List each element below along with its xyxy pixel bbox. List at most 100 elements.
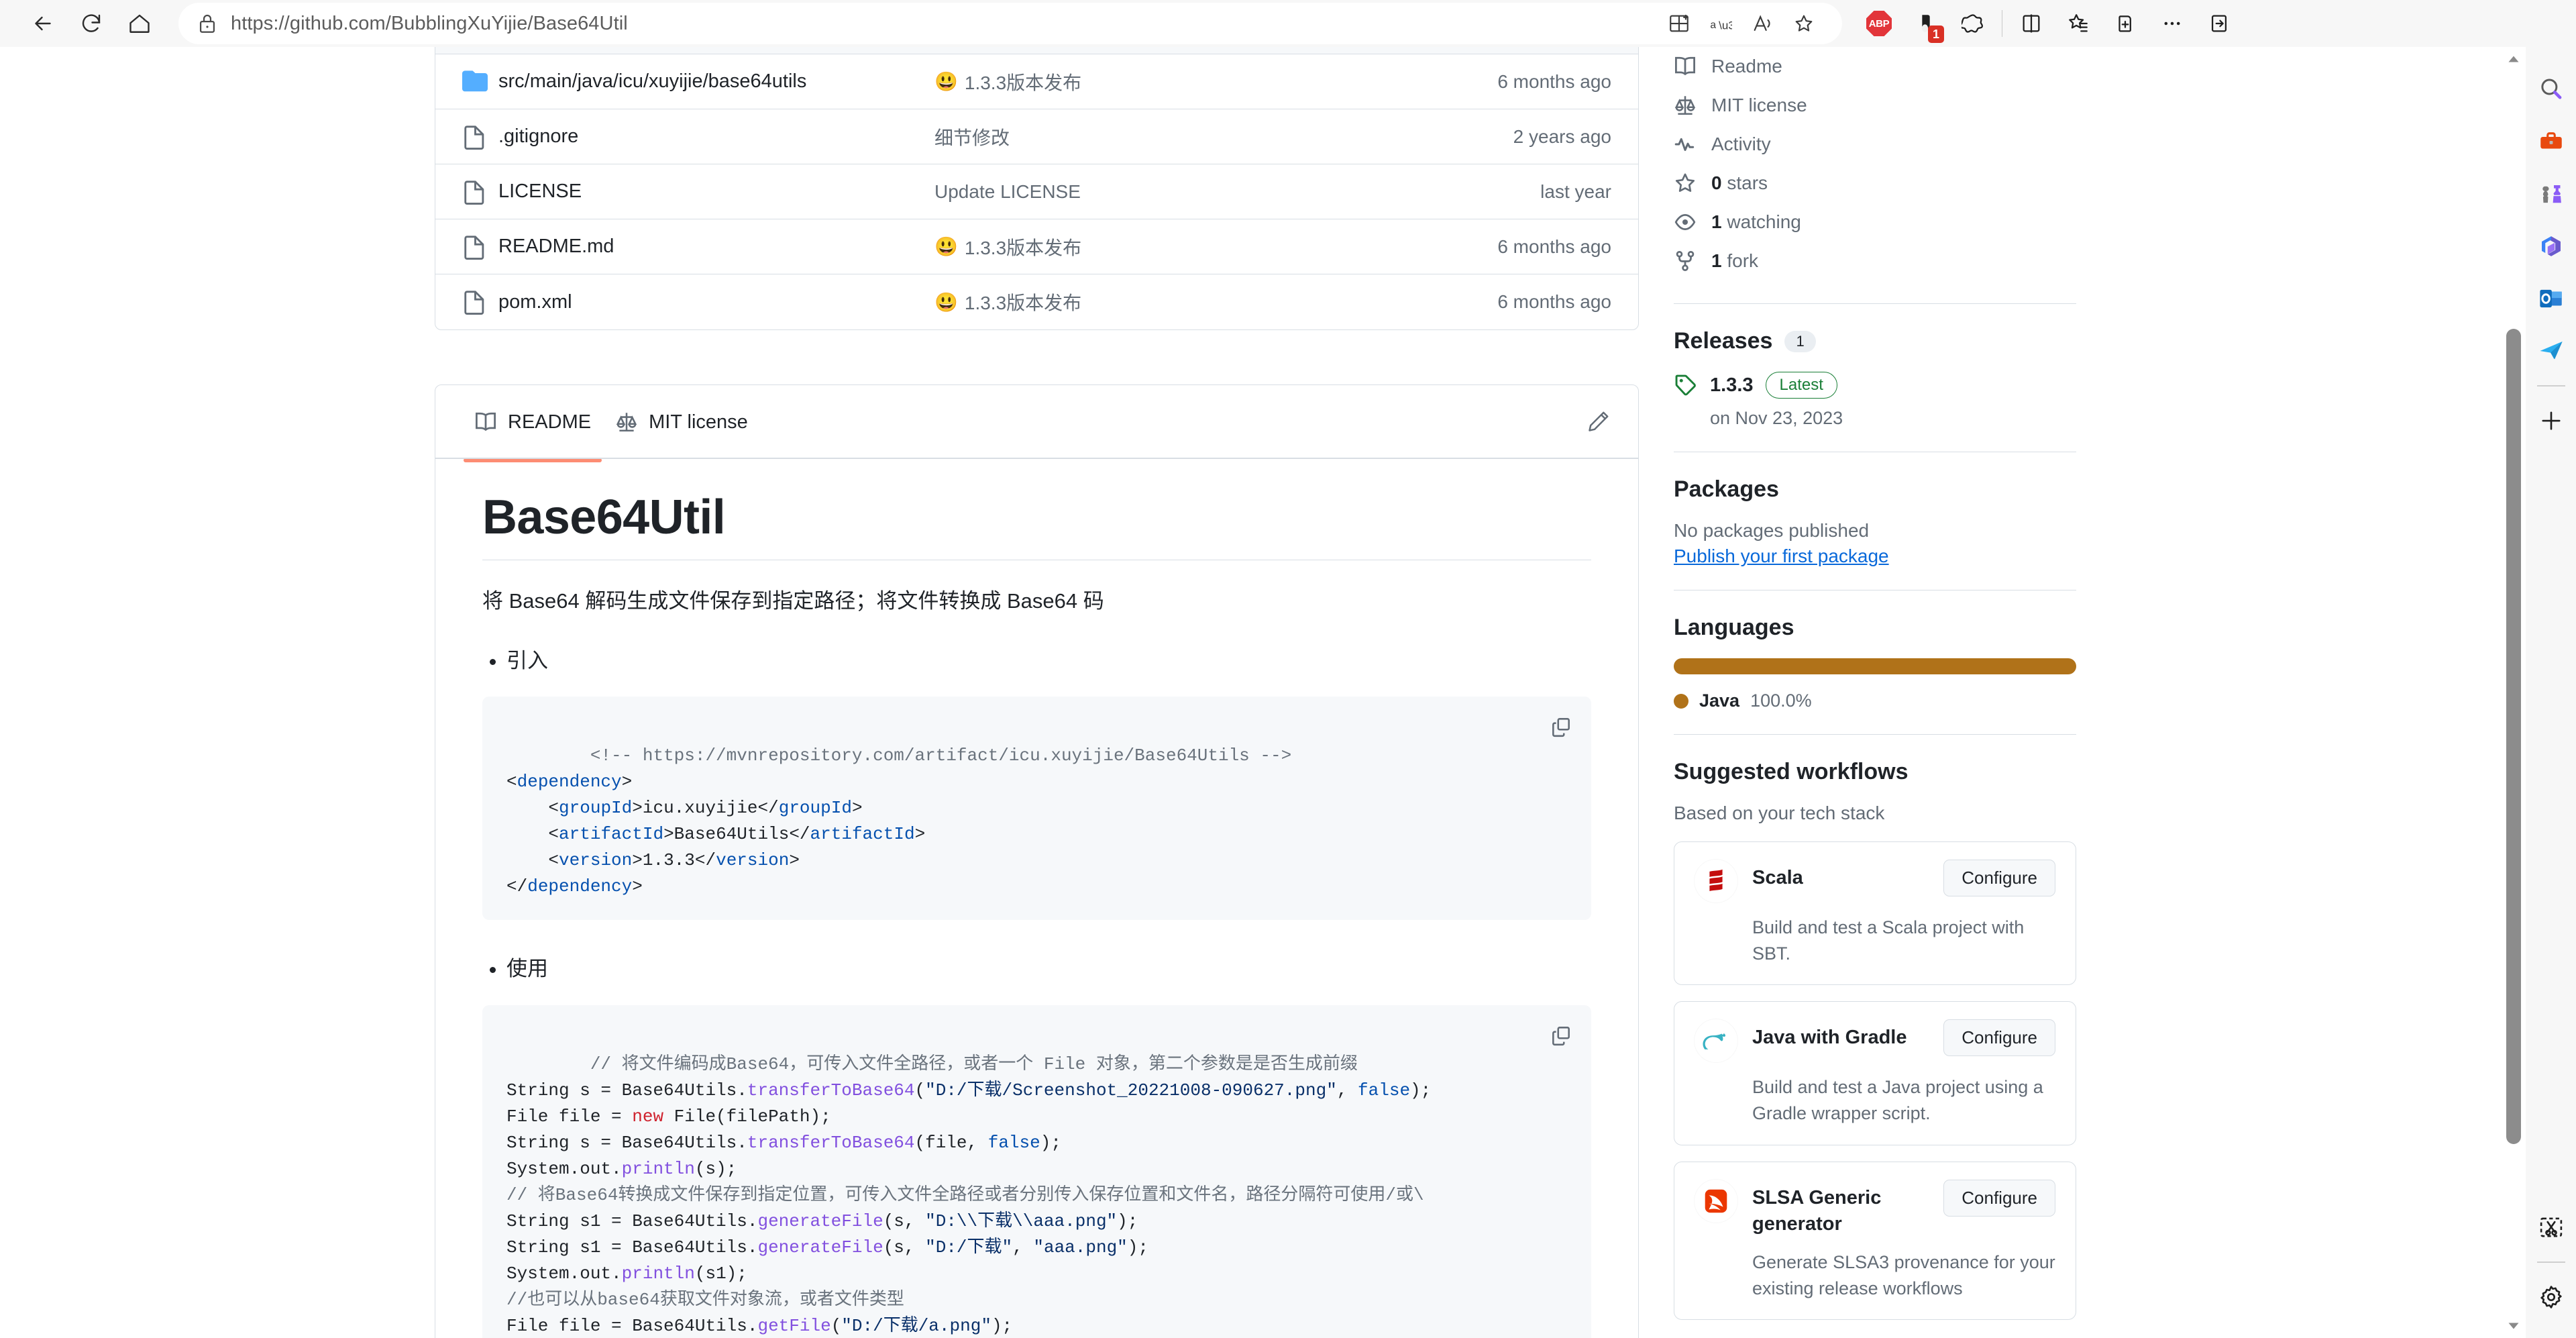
language-item-java[interactable]: Java 100.0%	[1674, 690, 2076, 711]
tab-readme[interactable]: README	[462, 401, 603, 462]
table-row[interactable]: LICENSE Update LICENSE last year	[435, 164, 1638, 219]
releases-heading: Releases 1	[1674, 328, 2076, 354]
address-bar[interactable]: https://github.com/BubblingXuYijie/Base6…	[178, 3, 1842, 44]
code-xml-comment: <!-- https://mvnrepository.com/artifact/…	[590, 745, 1292, 766]
sidebar-settings-button[interactable]	[2531, 1271, 2571, 1323]
settings-gear-icon	[2540, 1286, 2562, 1308]
browser-essentials-icon	[1962, 14, 1984, 33]
commit-message[interactable]: Update LICENSE	[934, 181, 1410, 203]
sidebar-toggle-icon	[2211, 15, 2227, 32]
file-list-header	[435, 47, 1638, 54]
abp-badge: ABP	[1866, 11, 1892, 36]
edit-readme-button[interactable]	[1585, 409, 1611, 435]
copy-code-button[interactable]	[1546, 711, 1576, 742]
code-block-xml: <!-- https://mvnrepository.com/artifact/…	[482, 697, 1591, 920]
gradle-logo-icon	[1695, 1019, 1737, 1063]
sidebar-item-forks[interactable]: 1 fork	[1674, 242, 2076, 280]
list-item: 引入	[506, 646, 1591, 677]
language-bar[interactable]	[1674, 658, 2076, 674]
divider	[2536, 385, 2565, 387]
copy-icon	[1552, 718, 1570, 737]
adblock-plus-button[interactable]: ABP	[1856, 0, 1902, 47]
file-name[interactable]: LICENSE	[498, 181, 934, 203]
sidebar-item-license[interactable]: MIT license	[1674, 86, 2076, 125]
outlook-icon-button[interactable]	[2531, 272, 2571, 325]
gradle-logo-glyph	[1703, 1033, 1726, 1050]
tag-icon	[1675, 374, 1696, 396]
translate-button[interactable]: a \u3042	[1700, 3, 1741, 44]
table-row[interactable]: README.md 😃 1.3.3版本发布 6 months ago	[435, 219, 1638, 274]
commit-message[interactable]: 😃 1.3.3版本发布	[934, 234, 1410, 260]
file-name[interactable]: src/main/java/icu/xuyijie/base64utils	[498, 70, 934, 93]
language-color-dot	[1674, 693, 1688, 709]
tools-icon	[2540, 132, 2562, 149]
edge-sidebar	[2526, 47, 2576, 1338]
workflow-description: Build and test a Scala project with SBT.	[1752, 917, 2025, 964]
sidebar-toggle-button[interactable]	[2196, 0, 2243, 47]
copy-code-button[interactable]	[1546, 1020, 1576, 1051]
file-name[interactable]: README.md	[498, 236, 934, 258]
languages-heading-label: Languages	[1674, 615, 1794, 640]
back-button[interactable]	[19, 0, 67, 48]
commit-message[interactable]: 细节修改	[934, 123, 1410, 150]
language-percent: 100.0%	[1750, 690, 1812, 711]
sidebar-item-label: watching	[1727, 211, 1801, 232]
commit-message-text: 1.3.3版本发布	[964, 237, 1082, 258]
more-options-button[interactable]	[2149, 0, 2196, 47]
collections-button[interactable]	[2055, 0, 2102, 47]
table-row[interactable]: .gitignore 细节修改 2 years ago	[435, 109, 1638, 164]
slsa-logo-icon	[1695, 1179, 1737, 1223]
table-row[interactable]: src/main/java/icu/xuyijie/base64utils 😃 …	[435, 54, 1638, 109]
search-icon-button[interactable]	[2531, 63, 2571, 115]
games-icon-button[interactable]	[2531, 168, 2571, 220]
screenshot-button[interactable]	[2531, 1201, 2571, 1253]
tab-mit-license[interactable]: MIT license	[603, 401, 760, 443]
scroll-down-arrow[interactable]	[2502, 1314, 2526, 1338]
publish-package-link[interactable]: Publish your first package	[1674, 546, 2076, 567]
read-aloud-button[interactable]	[1741, 3, 1783, 44]
browser-essentials-button[interactable]	[1949, 0, 1996, 47]
tab-underline	[435, 458, 1638, 459]
scroll-up-arrow[interactable]	[2502, 47, 2526, 71]
tools-icon-button[interactable]	[2531, 115, 2571, 168]
latest-badge: Latest	[1765, 372, 1837, 399]
commit-message[interactable]: 😃 1.3.3版本发布	[934, 289, 1410, 315]
release-version: 1.3.3	[1710, 374, 1754, 396]
sidebar-item-readme[interactable]: Readme	[1674, 47, 2076, 86]
scala-logo-glyph	[1709, 869, 1723, 891]
commit-time: 6 months ago	[1497, 236, 1611, 257]
packages-heading: Packages	[1674, 476, 2076, 503]
sidebar-item-stars[interactable]: 0 stars	[1674, 164, 2076, 203]
configure-button[interactable]: Configure	[1943, 860, 2055, 896]
sidebar-item-label: stars	[1727, 172, 1768, 193]
add-favorite-button[interactable]	[1783, 3, 1825, 44]
home-button[interactable]	[115, 0, 164, 48]
book-icon	[1675, 56, 1695, 76]
scrollbar-thumb[interactable]	[2506, 329, 2521, 1144]
telegram-icon-button[interactable]	[2531, 325, 2571, 377]
sidebar-item-watching[interactable]: 1 watching	[1674, 203, 2076, 242]
configure-button[interactable]: Configure	[1943, 1179, 2055, 1217]
release-entry[interactable]: 1.3.3 Latest	[1674, 372, 2076, 399]
commit-message[interactable]: 😃 1.3.3版本发布	[934, 68, 1410, 95]
file-name[interactable]: .gitignore	[498, 125, 934, 148]
extension-button[interactable]: 1	[1902, 0, 1949, 47]
add-sidebar-app-button[interactable]	[2531, 395, 2571, 447]
configure-button[interactable]: Configure	[1943, 1019, 2055, 1057]
workflows-heading: Suggested workflows	[1674, 759, 2076, 785]
file-icon	[462, 234, 498, 260]
table-row[interactable]: pom.xml 😃 1.3.3版本发布 6 months ago	[435, 274, 1638, 329]
sidebar-item-activity[interactable]: Activity	[1674, 125, 2076, 164]
page-scrollbar[interactable]	[2502, 47, 2526, 1338]
file-name[interactable]: pom.xml	[498, 291, 934, 313]
slsa-logo-glyph	[1705, 1189, 1727, 1213]
office-icon-button[interactable]	[2531, 220, 2571, 272]
home-icon	[129, 14, 150, 33]
split-screen-add-button[interactable]	[1658, 3, 1700, 44]
split-screen-button[interactable]	[2008, 0, 2055, 47]
divider	[2536, 1262, 2565, 1263]
games-icon	[2542, 185, 2561, 203]
packages-empty-text: No packages published	[1674, 520, 1870, 541]
reload-button[interactable]	[67, 0, 115, 48]
copilot-button[interactable]	[2102, 0, 2149, 47]
